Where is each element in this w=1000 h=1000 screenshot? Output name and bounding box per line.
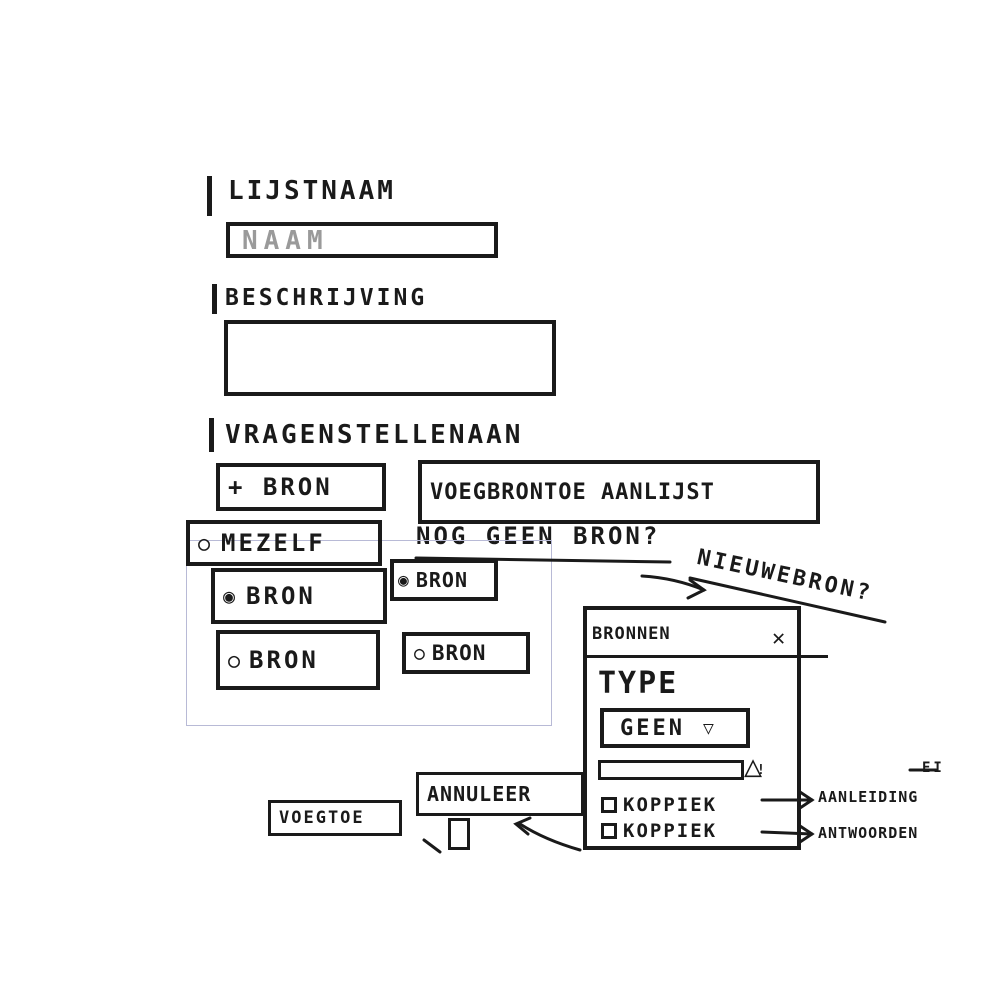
arrow-antwoorden	[760, 830, 814, 836]
arrow-to-cancel	[518, 822, 582, 852]
underline-no-source	[414, 556, 672, 564]
cursor-mark	[422, 838, 442, 854]
underline-new-source	[688, 576, 887, 624]
sketch-arrows	[414, 556, 938, 854]
arrow-head	[686, 578, 707, 600]
